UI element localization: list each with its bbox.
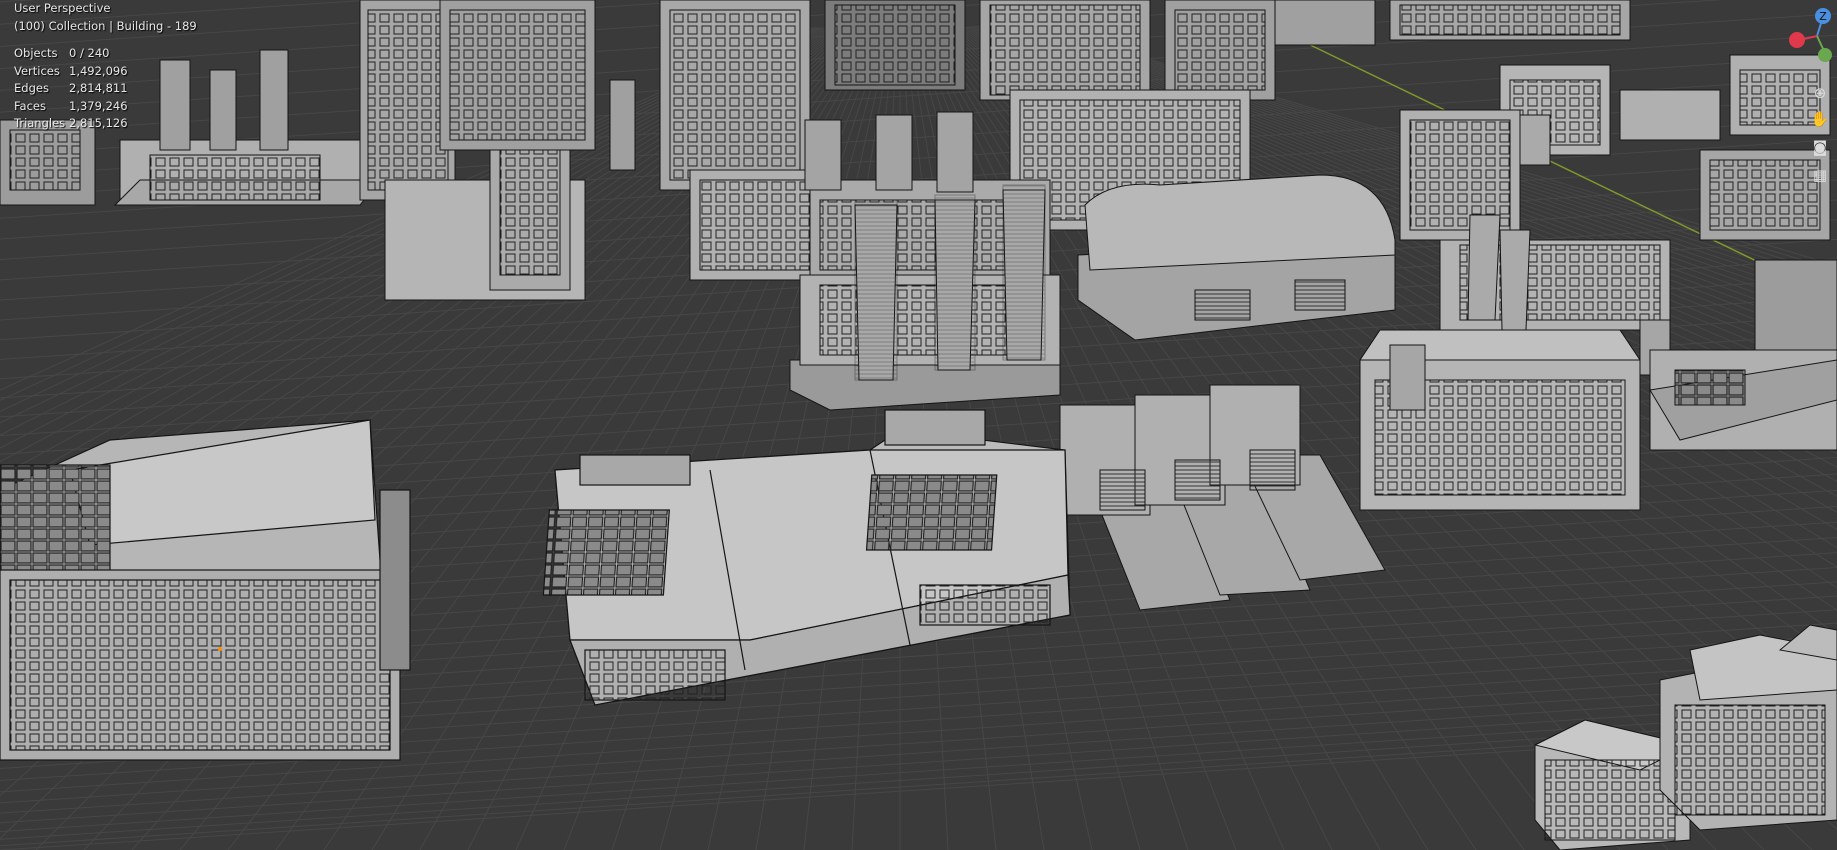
stat-value: 1,379,246 [69, 98, 128, 113]
grid-icon[interactable]: ▦ [1809, 164, 1831, 186]
stat-row-triangles: Triangles 2,815,126 [14, 115, 197, 133]
stat-label: Vertices [14, 63, 60, 78]
left-foreground-building [0, 419, 411, 761]
stat-row-edges: Edges 2,814,811 [14, 80, 197, 98]
zoom-icon[interactable]: ⊕ [1809, 82, 1831, 104]
stat-value: 0 / 240 [69, 46, 110, 60]
stat-value: 2,814,811 [69, 81, 128, 95]
stat-value: 1,492,096 [69, 63, 128, 78]
x-axis-handle[interactable] [1789, 32, 1805, 48]
viewport-info-overlay: User Perspective (100) Collection | Buil… [14, 0, 197, 133]
camera-icon[interactable]: ◙ [1809, 136, 1831, 158]
stat-row-objects: Objects 0 / 240 [14, 45, 197, 63]
stat-label: Edges [14, 81, 49, 95]
collection-label: (100) Collection | Building - 189 [14, 18, 197, 33]
stat-value: 2,815,126 [69, 116, 128, 130]
stat-row-vertices: Vertices 1,492,096 [14, 63, 197, 81]
stat-row-faces: Faces 1,379,246 [14, 98, 197, 116]
arched-hangar [1077, 174, 1396, 341]
3d-viewport[interactable] [0, 0, 1837, 850]
stat-label: Objects [14, 46, 58, 60]
stat-label: Faces [14, 98, 46, 113]
stat-label: Triangles [14, 116, 66, 130]
perspective-label: User Perspective [14, 1, 111, 15]
z-axis-label: Z [1819, 10, 1827, 23]
hand-pan-icon[interactable]: ✋ [1809, 108, 1831, 130]
navigation-gizmo[interactable]: Z ⊕ ✋ ◙ ▦ [1787, 0, 1837, 200]
y-axis-handle[interactable] [1818, 48, 1832, 62]
